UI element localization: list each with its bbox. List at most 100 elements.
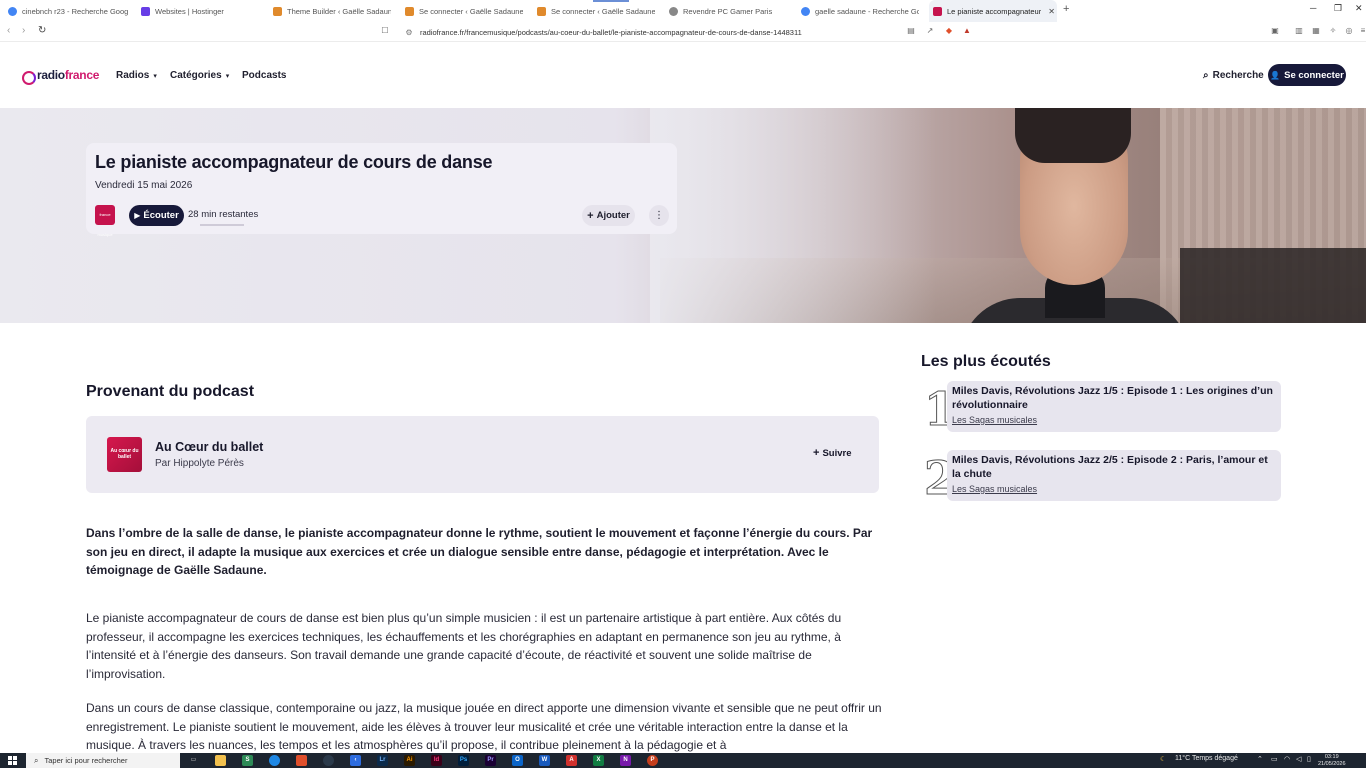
rank-title[interactable]: Miles Davis, Révolutions Jazz 1/5 : Epis… xyxy=(952,385,1278,412)
close-tab-icon[interactable]: ✕ xyxy=(1048,7,1055,16)
weather-icon[interactable]: ☾ xyxy=(1160,755,1166,763)
powerpoint-icon[interactable]: P xyxy=(647,755,658,766)
battery-icon[interactable]: ▯ xyxy=(1307,755,1311,763)
podcast-section-title: Provenant du podcast xyxy=(86,383,255,400)
restore-icon[interactable]: ❐ xyxy=(1334,3,1342,14)
play-icon: ▶ xyxy=(134,211,141,220)
outlook-icon[interactable]: O xyxy=(512,755,523,766)
follow-label: Suivre xyxy=(822,447,852,459)
remaining-time: 28 min restantes xyxy=(188,209,259,220)
share-icon[interactable]: ↗ xyxy=(925,26,935,36)
indesign-icon[interactable]: Id xyxy=(431,755,442,766)
nav-categories[interactable]: Catégories ▾ xyxy=(170,70,229,81)
login-button[interactable]: 👤 Se connecter xyxy=(1268,64,1346,86)
back-icon[interactable]: ‹ xyxy=(7,25,10,36)
rank-title[interactable]: Miles Davis, Révolutions Jazz 2/5 : Epis… xyxy=(952,454,1278,481)
edge-icon[interactable] xyxy=(269,755,280,766)
search-button[interactable]: ⌕ Recherche xyxy=(1203,70,1264,81)
podcast-thumb-text: Au cœur du ballet xyxy=(110,448,139,460)
app-icon[interactable]: S xyxy=(242,755,253,766)
hero-person-hair xyxy=(1015,108,1131,163)
nav-podcasts[interactable]: Podcasts xyxy=(242,70,286,81)
more-vertical-icon: ⋮ xyxy=(654,210,664,221)
steam-icon[interactable] xyxy=(323,755,334,766)
brave-rewards-icon[interactable]: ▲ xyxy=(962,26,972,36)
word-icon[interactable]: W xyxy=(539,755,550,766)
minimize-icon[interactable]: ─ xyxy=(1310,3,1316,13)
url-field[interactable]: ⚙ radiofrance.fr/francemusique/podcasts/… xyxy=(396,24,976,40)
wallet-icon[interactable]: ▦ xyxy=(1311,26,1321,36)
nav-radios[interactable]: Radios ▾ xyxy=(116,70,157,81)
browser-tab[interactable]: cinebnch r23 - Recherche Google xyxy=(8,3,128,19)
address-bar: ‹ › ↻ ☐ ⚙ radiofrance.fr/francemusique/p… xyxy=(0,22,1366,42)
divi-icon xyxy=(537,6,546,16)
reload-icon[interactable]: ↻ xyxy=(38,25,46,36)
tab-label: Se connecter ‹ Gaëlle Sadaune Pianis xyxy=(419,6,523,16)
browser-tab[interactable]: Revendre PC Gamer Paris xyxy=(669,3,787,19)
forward-icon[interactable]: › xyxy=(22,25,25,36)
radiofrance-logo[interactable]: radiofrance xyxy=(22,68,99,85)
excel-icon[interactable]: X xyxy=(593,755,604,766)
logo-text-radio: radio xyxy=(37,68,65,82)
network-icon[interactable]: ▭ xyxy=(1271,755,1278,763)
podcast-name[interactable]: Au Cœur du ballet xyxy=(155,440,263,454)
divi-icon xyxy=(405,6,414,16)
wifi-icon[interactable]: ◠ xyxy=(1284,755,1290,763)
podcast-thumbnail[interactable]: Au cœur du ballet xyxy=(107,437,142,472)
browser-tab[interactable]: Theme Builder ‹ Gaëlle Sadaune Pian xyxy=(273,3,391,19)
new-tab-icon[interactable]: + xyxy=(1063,3,1069,15)
brave-icon[interactable] xyxy=(296,755,307,766)
bookmark-icon[interactable]: ☐ xyxy=(380,26,390,36)
station-thumbnail[interactable]: france musique xyxy=(95,205,115,237)
follow-button[interactable]: + Suivre xyxy=(813,447,851,459)
browser-tab[interactable]: Websites | Hostinger xyxy=(141,3,261,19)
rank-series-link[interactable]: Les Sagas musicales xyxy=(952,415,1037,425)
browser-tab[interactable]: Se connecter ‹ Gaëlle Sadaune Pianis xyxy=(537,3,655,19)
radiofrance-logo-icon xyxy=(22,68,36,85)
windows-start-icon[interactable] xyxy=(8,756,17,765)
onenote-icon[interactable]: N xyxy=(620,755,631,766)
rank-series-link[interactable]: Les Sagas musicales xyxy=(952,484,1037,494)
menu-icon[interactable]: ≡ xyxy=(1358,26,1366,36)
photoshop-icon[interactable]: Ps xyxy=(458,755,469,766)
sidebar-icon[interactable]: ▥ xyxy=(1294,26,1304,36)
weather-text[interactable]: 11°C Temps dégagé xyxy=(1175,755,1238,762)
site-info-icon[interactable]: ⚙ xyxy=(402,28,416,37)
browser-tab[interactable]: Se connecter ‹ Gaëlle Sadaune Pianis xyxy=(405,3,523,19)
most-listened-item[interactable]: 1 Miles Davis, Révolutions Jazz 1/5 : Ep… xyxy=(921,381,1281,433)
task-view-icon[interactable]: ▭ xyxy=(188,755,199,766)
tab-search-icon[interactable]: ▣ xyxy=(1270,26,1280,36)
vpn-icon[interactable]: ◎ xyxy=(1344,26,1354,36)
google-icon xyxy=(801,6,810,16)
search-icon: ⌕ xyxy=(34,755,39,765)
listen-button[interactable]: ▶ Écouter xyxy=(129,205,184,226)
chevron-up-icon[interactable]: ⌃ xyxy=(1257,755,1263,763)
tab-label: gaelle sadaune - Recherche Google xyxy=(815,6,919,16)
close-window-icon[interactable]: ✕ xyxy=(1355,3,1363,14)
leo-icon[interactable]: ✧ xyxy=(1328,26,1338,36)
add-button[interactable]: + Ajouter xyxy=(582,205,635,226)
browser-tab[interactable]: gaelle sadaune - Recherche Google xyxy=(801,3,919,19)
rank-card[interactable]: Miles Davis, Révolutions Jazz 2/5 : Epis… xyxy=(947,450,1281,501)
podcast-card[interactable]: Au cœur du ballet Au Cœur du ballet Par … xyxy=(86,416,879,493)
rank-card[interactable]: Miles Davis, Révolutions Jazz 1/5 : Epis… xyxy=(947,381,1281,432)
episode-date: Vendredi 15 mai 2026 xyxy=(95,180,193,191)
windows-taskbar: ⌕ Taper ici pour rechercher ▭ S ‹ Lr Ai … xyxy=(0,753,1366,768)
file-explorer-icon[interactable] xyxy=(215,755,226,766)
lightroom-icon[interactable]: Lr xyxy=(377,755,388,766)
clock[interactable]: 03:19 21/05/2026 xyxy=(1318,754,1346,767)
illustrator-icon[interactable]: Ai xyxy=(404,755,415,766)
acrobat-icon[interactable]: A xyxy=(566,755,577,766)
premiere-icon[interactable]: Pr xyxy=(485,755,496,766)
volume-icon[interactable]: ◁ xyxy=(1296,755,1301,763)
browser-tab-active[interactable]: Le pianiste accompagnateur de c ✕ xyxy=(933,3,1055,19)
brave-shield-icon[interactable]: ◆ xyxy=(944,26,954,36)
taskbar-search-placeholder: Taper ici pour rechercher xyxy=(44,756,128,765)
taskbar-search[interactable]: ⌕ Taper ici pour rechercher xyxy=(26,753,180,768)
reader-icon[interactable]: ▤ xyxy=(906,26,916,36)
tab-label: Se connecter ‹ Gaëlle Sadaune Pianis xyxy=(551,6,655,16)
clock-date: 21/05/2026 xyxy=(1318,760,1346,767)
more-options-button[interactable]: ⋮ xyxy=(649,205,669,226)
most-listened-item[interactable]: 2 Miles Davis, Révolutions Jazz 2/5 : Ep… xyxy=(921,450,1281,502)
vscode-icon[interactable]: ‹ xyxy=(350,755,361,766)
